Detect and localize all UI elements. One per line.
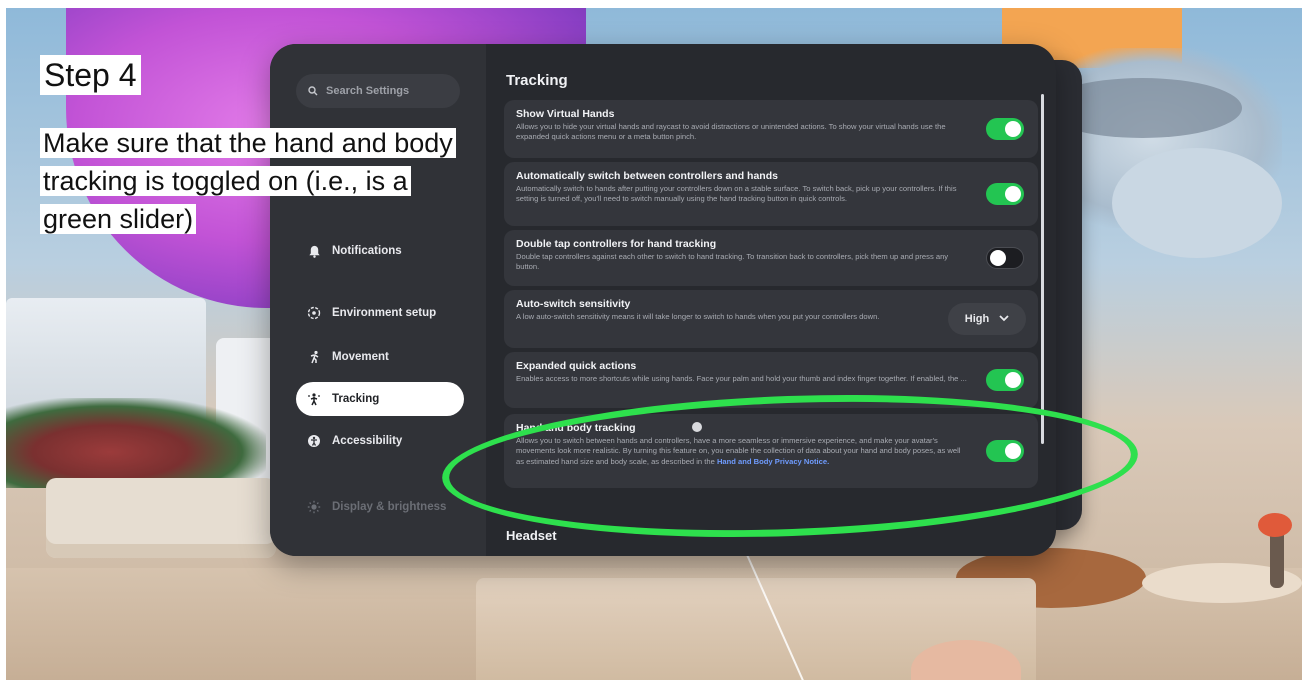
setting-double-tap-controllers[interactable]: Double tap controllers for hand tracking…: [504, 230, 1038, 286]
accessibility-icon: [306, 433, 322, 449]
setting-auto-switch-controllers-hands[interactable]: Automatically switch between controllers…: [504, 162, 1038, 226]
search-placeholder: Search Settings: [326, 85, 410, 97]
setting-description: Double tap controllers against each othe…: [516, 252, 949, 272]
show-virtual-hands-toggle[interactable]: [986, 118, 1024, 140]
setting-title: Double tap controllers for hand tracking: [516, 238, 717, 250]
sidebar-item-tracking[interactable]: Tracking: [296, 382, 464, 416]
brightness-icon: [306, 499, 322, 515]
dropdown-value: High: [964, 313, 990, 325]
sidebar-item-accessibility[interactable]: Accessibility: [296, 424, 464, 458]
instruction-text-content: Make sure that the hand and body trackin…: [40, 128, 456, 234]
toggle-knob: [1005, 372, 1021, 388]
planter: [46, 478, 276, 558]
toggle-knob: [1005, 186, 1021, 202]
sidebar-item-label: Notifications: [332, 245, 402, 257]
double-tap-toggle[interactable]: [986, 247, 1024, 269]
environment-icon: [306, 305, 322, 321]
movement-icon: [306, 349, 322, 365]
setting-auto-switch-sensitivity[interactable]: Auto-switch sensitivity A low auto-switc…: [504, 290, 1038, 348]
scrollbar[interactable]: [1041, 94, 1044, 444]
plants: [6, 398, 266, 488]
setting-show-virtual-hands[interactable]: Show Virtual Hands Allows you to hide yo…: [504, 100, 1038, 158]
setting-description: Allows you to hide your virtual hands an…: [516, 122, 946, 142]
setting-title: Show Virtual Hands: [516, 108, 615, 120]
setting-title: Automatically switch between controllers…: [516, 170, 778, 182]
search-icon: [308, 86, 318, 96]
setting-description: A low auto-switch sensitivity means it w…: [516, 312, 880, 321]
setting-description: Enables access to more shortcuts while u…: [516, 374, 967, 383]
vase: [1270, 528, 1284, 588]
sidebar-item-movement[interactable]: Movement: [296, 340, 464, 374]
sidebar-item-display-brightness[interactable]: Display & brightness: [296, 490, 464, 524]
expanded-quick-actions-toggle[interactable]: [986, 369, 1024, 391]
sidebar-item-notifications[interactable]: Notifications: [296, 234, 464, 268]
section-title-tracking: Tracking: [506, 72, 568, 89]
toggle-knob: [1005, 121, 1021, 137]
instruction-text: Make sure that the hand and body trackin…: [40, 124, 480, 238]
sidebar-item-label: Environment setup: [332, 307, 437, 319]
sensitivity-dropdown[interactable]: High: [948, 303, 1026, 335]
setting-title: Expanded quick actions: [516, 360, 637, 372]
toggle-knob: [990, 250, 1006, 266]
sidebar-item-label: Display & brightness: [332, 501, 447, 513]
section-title-headset: Headset: [506, 528, 557, 543]
step-label: Step 4: [40, 55, 141, 95]
sidebar-item-environment-setup[interactable]: Environment setup: [296, 296, 464, 330]
search-settings-field[interactable]: Search Settings: [296, 74, 460, 108]
auto-switch-toggle[interactable]: [986, 183, 1024, 205]
sidebar-item-label: Accessibility: [332, 435, 403, 447]
chevron-down-icon: [999, 313, 1009, 325]
flower: [1258, 513, 1292, 537]
sidebar-item-label: Tracking: [332, 393, 380, 405]
bell-icon: [306, 243, 322, 259]
cloud: [1112, 148, 1282, 258]
tracking-icon: [306, 391, 322, 407]
setting-description: Automatically switch to hands after putt…: [516, 184, 957, 204]
sidebar-item-label: Movement: [332, 351, 389, 363]
setting-title: Auto-switch sensitivity: [516, 298, 631, 310]
